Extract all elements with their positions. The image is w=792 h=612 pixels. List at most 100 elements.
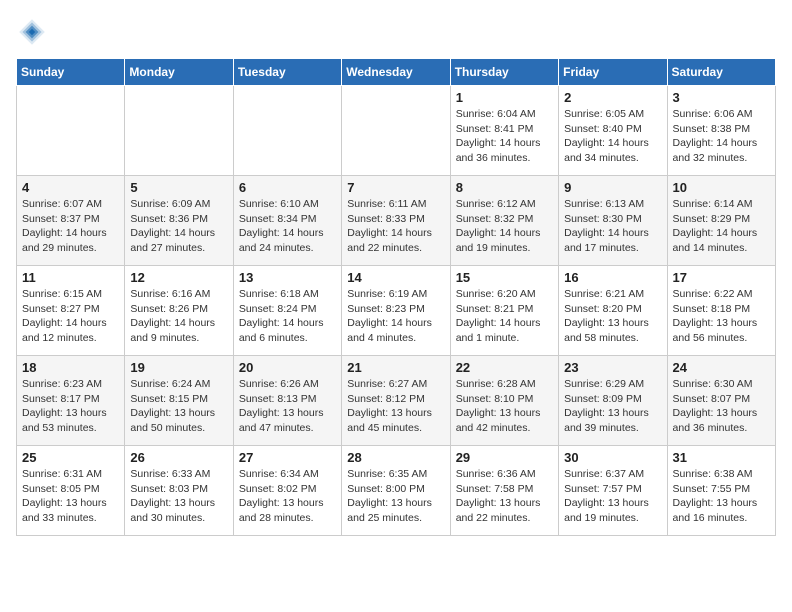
calendar-cell: 29Sunrise: 6:36 AM Sunset: 7:58 PM Dayli… — [450, 446, 558, 536]
day-number: 28 — [347, 450, 444, 465]
calendar-cell — [342, 86, 450, 176]
weekday-header: Thursday — [450, 59, 558, 86]
day-number: 6 — [239, 180, 336, 195]
day-number: 17 — [673, 270, 770, 285]
calendar-cell: 9 Sunrise: 6:13 AM Sunset: 8:30 PM Daylig… — [559, 176, 667, 266]
weekday-header: Wednesday — [342, 59, 450, 86]
day-info: Sunrise: 6:11 AM Sunset: 8:33 PM Dayligh… — [347, 197, 444, 256]
day-number: 23 — [564, 360, 661, 375]
day-info: Sunrise: 6:26 AM Sunset: 8:13 PM Dayligh… — [239, 377, 336, 436]
day-info: Sunrise: 6:38 AM Sunset: 7:55 PM Dayligh… — [673, 467, 770, 526]
day-info: Sunrise: 6:09 AM Sunset: 8:36 PM Dayligh… — [130, 197, 227, 256]
day-info: Sunrise: 6:35 AM Sunset: 8:00 PM Dayligh… — [347, 467, 444, 526]
day-number: 4 — [22, 180, 119, 195]
day-info: Sunrise: 6:22 AM Sunset: 8:18 PM Dayligh… — [673, 287, 770, 346]
calendar-cell: 30Sunrise: 6:37 AM Sunset: 7:57 PM Dayli… — [559, 446, 667, 536]
day-number: 10 — [673, 180, 770, 195]
day-info: Sunrise: 6:04 AM Sunset: 8:41 PM Dayligh… — [456, 107, 553, 166]
calendar-cell: 27Sunrise: 6:34 AM Sunset: 8:02 PM Dayli… — [233, 446, 341, 536]
calendar-cell: 13 Sunrise: 6:18 AM Sunset: 8:24 PM Dayli… — [233, 266, 341, 356]
day-number: 25 — [22, 450, 119, 465]
weekday-header: Tuesday — [233, 59, 341, 86]
calendar-cell: 25Sunrise: 6:31 AM Sunset: 8:05 PM Dayli… — [17, 446, 125, 536]
day-info: Sunrise: 6:18 AM Sunset: 8:24 PM Dayligh… — [239, 287, 336, 346]
calendar-week-row: 4 Sunrise: 6:07 AM Sunset: 8:37 PM Daylig… — [17, 176, 776, 266]
day-number: 20 — [239, 360, 336, 375]
day-number: 7 — [347, 180, 444, 195]
weekday-header: Sunday — [17, 59, 125, 86]
day-info: Sunrise: 6:16 AM Sunset: 8:26 PM Dayligh… — [130, 287, 227, 346]
calendar-cell: 1 Sunrise: 6:04 AM Sunset: 8:41 PM Daylig… — [450, 86, 558, 176]
calendar-cell: 28 Sunrise: 6:35 AM Sunset: 8:00 PM Dayli… — [342, 446, 450, 536]
day-number: 1 — [456, 90, 553, 105]
day-info: Sunrise: 6:19 AM Sunset: 8:23 PM Dayligh… — [347, 287, 444, 346]
calendar-cell: 22 Sunrise: 6:28 AM Sunset: 8:10 PM Dayli… — [450, 356, 558, 446]
day-number: 21 — [347, 360, 444, 375]
day-number: 24 — [673, 360, 770, 375]
calendar-cell: 15 Sunrise: 6:20 AM Sunset: 8:21 PM Dayli… — [450, 266, 558, 356]
calendar-cell: 19 Sunrise: 6:24 AM Sunset: 8:15 PM Dayli… — [125, 356, 233, 446]
day-info: Sunrise: 6:14 AM Sunset: 8:29 PM Dayligh… — [673, 197, 770, 256]
day-info: Sunrise: 6:36 AM Sunset: 7:58 PM Dayligh… — [456, 467, 553, 526]
calendar-week-row: 18 Sunrise: 6:23 AM Sunset: 8:17 PM Dayli… — [17, 356, 776, 446]
calendar-week-row: 11 Sunrise: 6:15 AM Sunset: 8:27 PM Dayli… — [17, 266, 776, 356]
page-header — [16, 16, 776, 48]
day-number: 3 — [673, 90, 770, 105]
day-number: 9 — [564, 180, 661, 195]
calendar-table: SundayMondayTuesdayWednesdayThursdayFrid… — [16, 58, 776, 536]
logo-icon — [16, 16, 48, 48]
logo — [16, 16, 54, 48]
day-info: Sunrise: 6:33 AM Sunset: 8:03 PM Dayligh… — [130, 467, 227, 526]
weekday-header: Saturday — [667, 59, 775, 86]
weekday-header: Monday — [125, 59, 233, 86]
day-info: Sunrise: 6:05 AM Sunset: 8:40 PM Dayligh… — [564, 107, 661, 166]
calendar-cell: 21 Sunrise: 6:27 AM Sunset: 8:12 PM Dayli… — [342, 356, 450, 446]
day-info: Sunrise: 6:37 AM Sunset: 7:57 PM Dayligh… — [564, 467, 661, 526]
day-number: 8 — [456, 180, 553, 195]
day-number: 15 — [456, 270, 553, 285]
day-number: 2 — [564, 90, 661, 105]
day-info: Sunrise: 6:12 AM Sunset: 8:32 PM Dayligh… — [456, 197, 553, 256]
calendar-cell — [125, 86, 233, 176]
day-number: 22 — [456, 360, 553, 375]
calendar-cell: 4 Sunrise: 6:07 AM Sunset: 8:37 PM Daylig… — [17, 176, 125, 266]
day-info: Sunrise: 6:27 AM Sunset: 8:12 PM Dayligh… — [347, 377, 444, 436]
calendar-cell: 11 Sunrise: 6:15 AM Sunset: 8:27 PM Dayli… — [17, 266, 125, 356]
calendar-cell: 2 Sunrise: 6:05 AM Sunset: 8:40 PM Daylig… — [559, 86, 667, 176]
calendar-week-row: 1 Sunrise: 6:04 AM Sunset: 8:41 PM Daylig… — [17, 86, 776, 176]
calendar-week-row: 25Sunrise: 6:31 AM Sunset: 8:05 PM Dayli… — [17, 446, 776, 536]
calendar-cell: 6Sunrise: 6:10 AM Sunset: 8:34 PM Daylig… — [233, 176, 341, 266]
day-info: Sunrise: 6:23 AM Sunset: 8:17 PM Dayligh… — [22, 377, 119, 436]
day-number: 18 — [22, 360, 119, 375]
calendar-cell: 14 Sunrise: 6:19 AM Sunset: 8:23 PM Dayli… — [342, 266, 450, 356]
weekday-header-row: SundayMondayTuesdayWednesdayThursdayFrid… — [17, 59, 776, 86]
day-info: Sunrise: 6:28 AM Sunset: 8:10 PM Dayligh… — [456, 377, 553, 436]
calendar-cell — [233, 86, 341, 176]
day-number: 5 — [130, 180, 227, 195]
calendar-cell: 31 Sunrise: 6:38 AM Sunset: 7:55 PM Dayli… — [667, 446, 775, 536]
weekday-header: Friday — [559, 59, 667, 86]
calendar-cell: 7 Sunrise: 6:11 AM Sunset: 8:33 PM Daylig… — [342, 176, 450, 266]
day-info: Sunrise: 6:21 AM Sunset: 8:20 PM Dayligh… — [564, 287, 661, 346]
day-info: Sunrise: 6:29 AM Sunset: 8:09 PM Dayligh… — [564, 377, 661, 436]
day-number: 14 — [347, 270, 444, 285]
day-info: Sunrise: 6:13 AM Sunset: 8:30 PM Dayligh… — [564, 197, 661, 256]
day-number: 26 — [130, 450, 227, 465]
day-number: 13 — [239, 270, 336, 285]
calendar-cell: 18 Sunrise: 6:23 AM Sunset: 8:17 PM Dayli… — [17, 356, 125, 446]
calendar-cell — [17, 86, 125, 176]
day-info: Sunrise: 6:15 AM Sunset: 8:27 PM Dayligh… — [22, 287, 119, 346]
day-number: 19 — [130, 360, 227, 375]
day-info: Sunrise: 6:34 AM Sunset: 8:02 PM Dayligh… — [239, 467, 336, 526]
day-number: 11 — [22, 270, 119, 285]
day-info: Sunrise: 6:07 AM Sunset: 8:37 PM Dayligh… — [22, 197, 119, 256]
calendar-cell: 12Sunrise: 6:16 AM Sunset: 8:26 PM Dayli… — [125, 266, 233, 356]
day-info: Sunrise: 6:24 AM Sunset: 8:15 PM Dayligh… — [130, 377, 227, 436]
calendar-cell: 8 Sunrise: 6:12 AM Sunset: 8:32 PM Daylig… — [450, 176, 558, 266]
day-info: Sunrise: 6:20 AM Sunset: 8:21 PM Dayligh… — [456, 287, 553, 346]
calendar-cell: 3Sunrise: 6:06 AM Sunset: 8:38 PM Daylig… — [667, 86, 775, 176]
calendar-cell: 26 Sunrise: 6:33 AM Sunset: 8:03 PM Dayli… — [125, 446, 233, 536]
calendar-cell: 5 Sunrise: 6:09 AM Sunset: 8:36 PM Daylig… — [125, 176, 233, 266]
day-number: 31 — [673, 450, 770, 465]
calendar-cell: 17 Sunrise: 6:22 AM Sunset: 8:18 PM Dayli… — [667, 266, 775, 356]
